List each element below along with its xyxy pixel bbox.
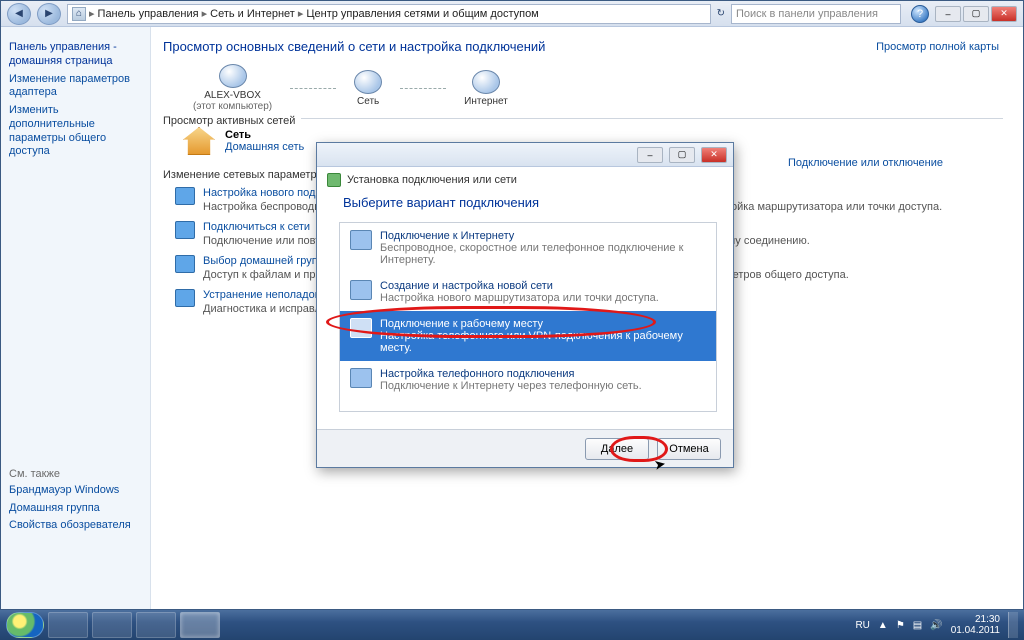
taskbar-control-panel-button[interactable] [180, 612, 220, 638]
refresh-icon[interactable]: ↻ [717, 8, 725, 19]
search-placeholder: Поиск в панели управления [736, 8, 878, 20]
taskbar-media-button[interactable] [136, 612, 176, 638]
breadcrumb-root-icon: ⌂ [72, 7, 86, 21]
connect-disconnect-link[interactable]: Подключение или отключение [788, 157, 943, 169]
internet-icon [472, 70, 500, 94]
taskbar-ie-button[interactable] [48, 612, 88, 638]
titlebar: ◀ ▶ ⌂ ▸ Панель управления ▸ Сеть и Интер… [1, 1, 1023, 27]
breadcrumb-seg[interactable]: Панель управления [98, 8, 199, 20]
homegroup-icon [175, 255, 195, 273]
wizard-maximize-button[interactable]: ▢ [669, 147, 695, 163]
wizard-options-list: Подключение к Интернету Беспроводное, ск… [339, 222, 717, 412]
router-icon [350, 280, 372, 300]
maximize-button[interactable]: ▢ [963, 6, 989, 22]
network-map: ALEX-VBOX (этот компьютер) Сеть Интернет [193, 64, 1003, 112]
network-name: Сеть [225, 129, 251, 141]
connect-icon [175, 221, 195, 239]
tray-network-icon[interactable]: ▤ [913, 620, 922, 631]
map-node-network: Сеть [354, 70, 382, 107]
sidebar: Панель управления - домашняя страница Из… [1, 27, 151, 609]
taskbar-explorer-button[interactable] [92, 612, 132, 638]
option-new-network[interactable]: Создание и настройка новой сети Настройк… [340, 273, 716, 311]
option-workplace[interactable]: Подключение к рабочему месту Настройка т… [340, 311, 716, 361]
seealso-link[interactable]: Домашняя группа [9, 502, 149, 516]
home-network-icon [183, 127, 215, 155]
option-internet[interactable]: Подключение к Интернету Беспроводное, ск… [340, 223, 716, 273]
map-node-pc: ALEX-VBOX (этот компьютер) [193, 64, 272, 112]
tray-lang[interactable]: RU [855, 620, 869, 631]
wizard-icon [327, 173, 341, 187]
tray-flag-icon[interactable]: ▲ [878, 620, 888, 631]
wizard-button-row: Далее Отмена [317, 429, 733, 467]
network-type-link[interactable]: Домашняя сеть [225, 141, 304, 153]
map-line [400, 88, 446, 89]
nav-back-button[interactable]: ◀ [7, 3, 31, 25]
active-networks-divider: Просмотр активных сетей [163, 118, 1003, 119]
taskbar: RU ▲ ⚑ ▤ 🔊 21:30 01.04.2011 [0, 610, 1024, 640]
seealso-link[interactable]: Свойства обозревателя [9, 519, 149, 533]
start-button[interactable] [6, 612, 44, 638]
wizard-minimize-button[interactable]: – [637, 147, 663, 163]
cursor-icon: ➤ [653, 455, 668, 474]
show-desktop-button[interactable] [1008, 612, 1018, 638]
breadcrumb[interactable]: ⌂ ▸ Панель управления ▸ Сеть и Интернет … [67, 4, 711, 24]
seealso-header: См. также [9, 468, 149, 480]
globe-icon [350, 230, 372, 250]
workplace-icon [350, 318, 372, 338]
phone-icon [350, 368, 372, 388]
wizard-close-button[interactable]: ✕ [701, 147, 727, 163]
param-link[interactable]: Устранение неполадок [203, 289, 320, 301]
tray-clock[interactable]: 21:30 01.04.2011 [951, 614, 1000, 636]
map-line [290, 88, 336, 89]
sidebar-link[interactable]: Изменение параметров адаптера [9, 73, 142, 101]
network-icon [354, 70, 382, 94]
tray-action-center-icon[interactable]: ⚑ [896, 620, 905, 631]
next-button[interactable]: Далее [585, 438, 649, 460]
wizard-icon [175, 187, 195, 205]
sidebar-seealso: См. также Брандмауэр Windows Домашняя гр… [9, 468, 149, 537]
breadcrumb-seg[interactable]: Центр управления сетями и общим доступом [306, 8, 538, 20]
cancel-button[interactable]: Отмена [657, 438, 721, 460]
wizard-header: Выберите вариант подключения [317, 189, 733, 218]
wizard-titlebar: – ▢ ✕ [317, 143, 733, 167]
sidebar-home-link[interactable]: Панель управления - домашняя страница [9, 41, 142, 69]
search-input[interactable]: Поиск в панели управления [731, 4, 901, 24]
tray-volume-icon[interactable]: 🔊 [930, 620, 942, 631]
window-controls: – ▢ ✕ [935, 6, 1017, 22]
minimize-button[interactable]: – [935, 6, 961, 22]
active-networks-header: Просмотр активных сетей [163, 115, 301, 127]
nav-forward-button[interactable]: ▶ [37, 3, 61, 25]
help-icon[interactable]: ? [911, 5, 929, 23]
connection-wizard-dialog: – ▢ ✕ Установка подключения или сети Выб… [316, 142, 734, 468]
troubleshoot-icon [175, 289, 195, 307]
breadcrumb-seg[interactable]: Сеть и Интернет [210, 8, 295, 20]
close-button[interactable]: ✕ [991, 6, 1017, 22]
seealso-link[interactable]: Брандмауэр Windows [9, 484, 149, 498]
system-tray: RU ▲ ⚑ ▤ 🔊 21:30 01.04.2011 [855, 612, 1018, 638]
pc-icon [219, 64, 247, 88]
sidebar-link[interactable]: Изменить дополнительные параметры общего… [9, 104, 142, 159]
view-full-map-link[interactable]: Просмотр полной карты [876, 41, 999, 53]
map-node-internet: Интернет [464, 70, 508, 107]
param-link[interactable]: Подключиться к сети [203, 221, 310, 233]
wizard-caption: Установка подключения или сети [317, 167, 733, 189]
option-dialup[interactable]: Настройка телефонного подключения Подклю… [340, 361, 716, 399]
